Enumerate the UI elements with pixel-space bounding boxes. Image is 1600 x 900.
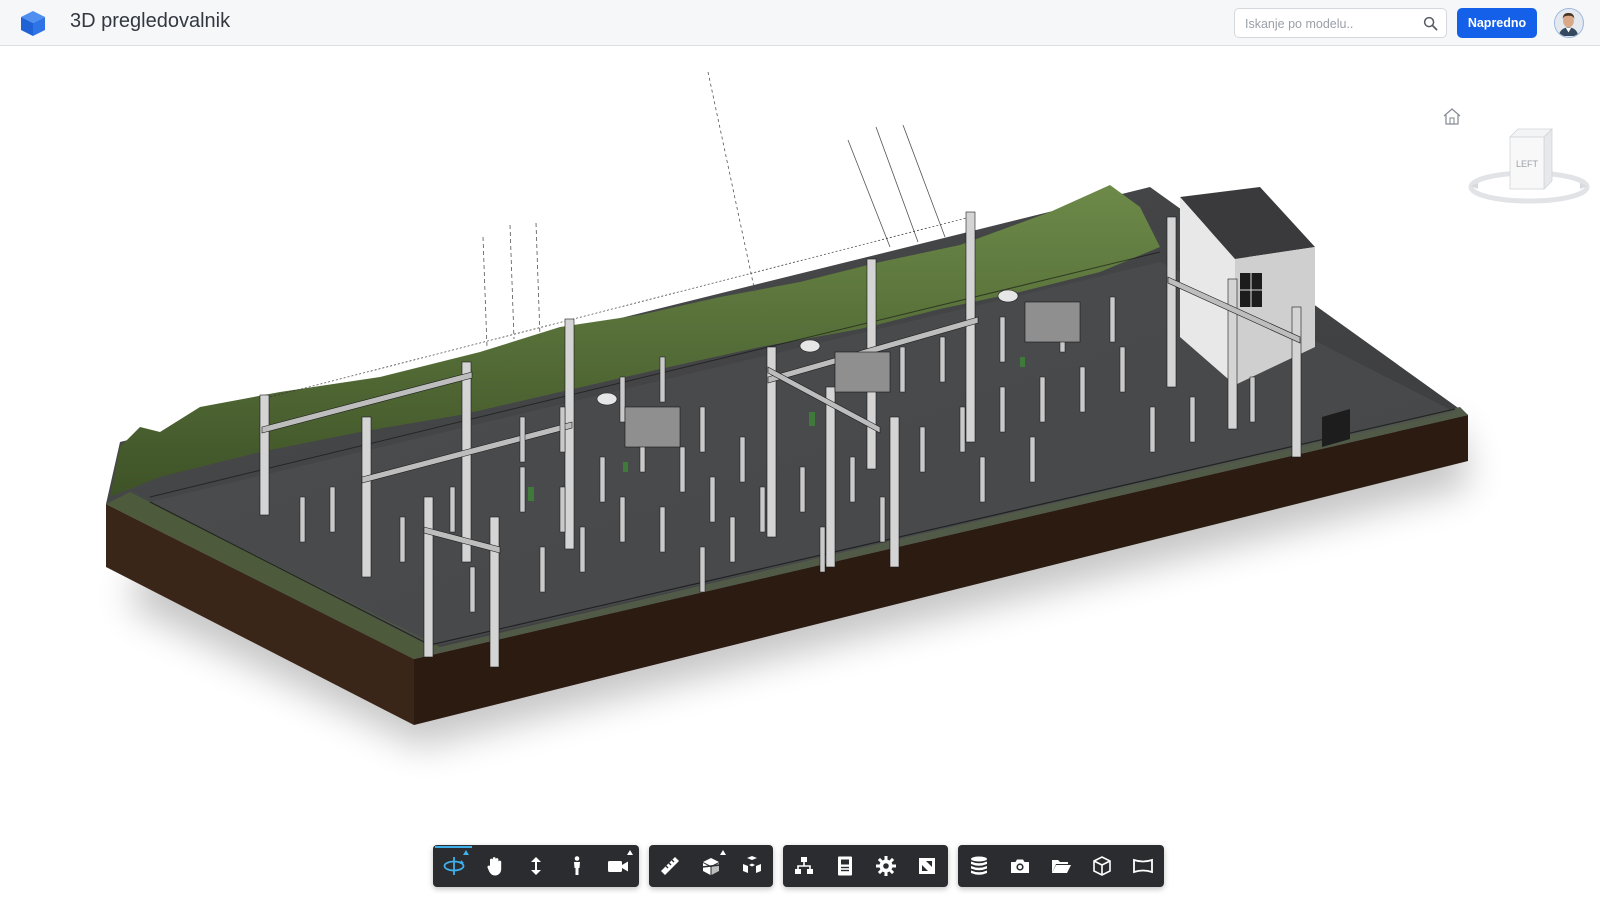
measure-icon — [660, 857, 679, 875]
sheets-icon — [1132, 858, 1153, 874]
user-avatar-icon — [1555, 9, 1582, 36]
section-icon — [701, 858, 720, 875]
section-tool[interactable] — [690, 845, 731, 887]
orbit-icon — [443, 857, 464, 875]
zoom-tool[interactable] — [515, 845, 556, 887]
properties-icon — [837, 856, 852, 876]
settings-tool[interactable] — [865, 845, 906, 887]
zoom-icon — [530, 857, 541, 875]
app-title: 3D pregledovalnik — [70, 10, 231, 32]
screenshot-icon — [1010, 859, 1029, 873]
explode-tool[interactable] — [731, 845, 772, 887]
pan-tool[interactable] — [474, 845, 515, 887]
properties-tool[interactable] — [824, 845, 865, 887]
first-person-tool[interactable] — [556, 845, 597, 887]
layers-tool[interactable] — [958, 845, 999, 887]
toolbar-group-data — [958, 845, 1164, 887]
camera-icon — [607, 861, 628, 872]
toolbar-group-navigation — [433, 845, 639, 887]
model-tool[interactable] — [1081, 845, 1122, 887]
substation-model[interactable] — [0, 47, 1600, 900]
app-logo-icon[interactable] — [18, 9, 48, 37]
advanced-button[interactable]: Napredno — [1457, 8, 1537, 38]
fullscreen-icon — [918, 858, 935, 874]
toolbar-group-panels — [783, 845, 948, 887]
fullscreen-tool[interactable] — [906, 845, 947, 887]
camera-tool[interactable] — [597, 845, 638, 887]
sheets-tool[interactable] — [1122, 845, 1163, 887]
viewcube[interactable]: LEFT — [1466, 125, 1592, 217]
open-folder-icon — [1051, 860, 1071, 873]
search-input[interactable] — [1245, 15, 1415, 32]
flyout-indicator — [627, 850, 633, 855]
viewcube-icon[interactable]: LEFT — [1466, 125, 1592, 217]
settings-icon — [875, 856, 896, 876]
flyout-indicator — [720, 850, 726, 855]
measure-tool[interactable] — [649, 845, 690, 887]
open-folder-tool[interactable] — [1040, 845, 1081, 887]
screenshot-tool[interactable] — [999, 845, 1040, 887]
model-browser-icon — [794, 857, 813, 874]
toolbar-group-model-tools — [649, 845, 773, 887]
layers-icon — [970, 856, 987, 875]
model-icon — [1092, 856, 1111, 876]
model-browser-tool[interactable] — [783, 845, 824, 887]
search-box[interactable] — [1234, 8, 1447, 38]
svg-text:LEFT: LEFT — [1516, 159, 1539, 169]
explode-icon — [742, 856, 761, 873]
flyout-indicator — [463, 850, 469, 855]
home-icon[interactable] — [1441, 107, 1463, 127]
search-icon[interactable] — [1423, 16, 1438, 31]
orbit-tool[interactable] — [433, 845, 474, 887]
3d-viewport[interactable]: LEFT — [0, 47, 1600, 900]
pan-icon — [486, 857, 501, 876]
top-bar: 3D pregledovalnik Napredno — [0, 0, 1600, 46]
avatar[interactable] — [1554, 8, 1584, 38]
first-person-icon — [573, 856, 580, 875]
